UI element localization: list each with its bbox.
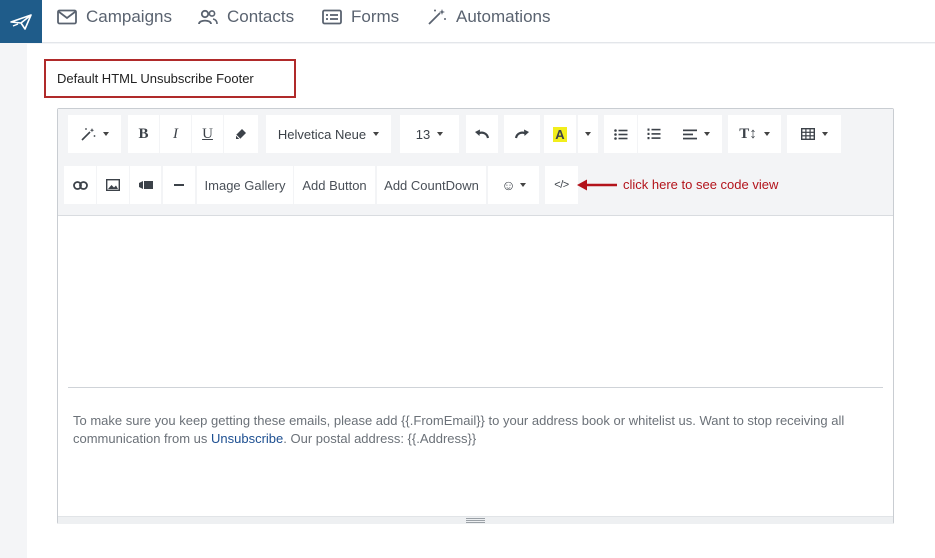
italic-button[interactable]: I: [160, 115, 191, 153]
text-color-dropdown[interactable]: [578, 115, 598, 153]
align-left-icon: [682, 129, 697, 139]
add-button-button[interactable]: Add Button: [294, 166, 375, 204]
nav-contacts-label: Contacts: [227, 6, 295, 26]
nav-automations[interactable]: Automations: [427, 0, 551, 33]
undo-button[interactable]: [466, 115, 498, 153]
annotation-text: click here to see code view: [623, 177, 779, 192]
arrow-left-icon: [577, 179, 617, 190]
line-height-dropdown[interactable]: T↕: [728, 115, 781, 153]
chevron-down-icon: [437, 132, 444, 136]
numbered-list-icon: [647, 128, 661, 140]
image-icon: [106, 179, 120, 191]
chevron-down-icon: [763, 132, 770, 136]
font-family-value: Helvetica Neue: [277, 126, 367, 142]
page-title-box: Default HTML Unsubscribe Footer: [44, 59, 296, 98]
logo[interactable]: [0, 0, 42, 43]
emoji-dropdown[interactable]: ☺: [488, 166, 539, 204]
underline-button[interactable]: U: [192, 115, 223, 153]
video-icon: [138, 181, 153, 189]
chevron-down-icon: [821, 132, 828, 136]
magic-wand-icon: [428, 8, 446, 25]
page-title: Default HTML Unsubscribe Footer: [57, 71, 254, 86]
eraser-icon: [235, 129, 246, 140]
bold-button[interactable]: B: [128, 115, 159, 153]
bullet-list-button[interactable]: [604, 115, 637, 153]
code-view-annotation: click here to see code view: [577, 177, 778, 192]
text-color-button[interactable]: A: [544, 115, 576, 153]
people-icon: [198, 9, 218, 24]
envelope-icon: [57, 9, 77, 24]
insert-image-button[interactable]: [97, 166, 129, 204]
bullet-list-icon: [613, 128, 627, 140]
bold-icon: B: [138, 125, 149, 142]
nav-campaigns[interactable]: Campaigns: [57, 0, 172, 33]
code-icon: </>: [554, 179, 569, 191]
insert-video-button[interactable]: [130, 166, 161, 204]
image-gallery-label: Image Gallery: [204, 177, 286, 193]
redo-button[interactable]: [504, 115, 540, 153]
magic-wand-icon: [81, 128, 96, 141]
editor-resize-handle[interactable]: [58, 516, 893, 524]
highlight-a-icon: A: [553, 126, 567, 142]
magic-format-dropdown[interactable]: [68, 115, 121, 153]
align-dropdown[interactable]: [670, 115, 722, 153]
unsubscribe-footer-text: To make sure you keep getting these emai…: [73, 412, 873, 448]
chevron-down-icon: [519, 183, 526, 187]
unsubscribe-link[interactable]: Unsubscribe: [211, 431, 283, 446]
font-family-dropdown[interactable]: Helvetica Neue: [266, 115, 391, 153]
font-size-value: 13: [415, 126, 431, 142]
editor-toolbar: B I U Helvetica Neue 13 A T↕ Image Galle…: [58, 109, 893, 216]
underline-icon: U: [202, 125, 213, 142]
top-navigation: Campaigns Contacts Forms Automations: [0, 0, 935, 43]
chevron-down-icon: [373, 132, 380, 136]
chevron-down-icon: [103, 132, 109, 136]
numbered-list-button[interactable]: [638, 115, 670, 153]
grip-icon: [466, 518, 485, 523]
nav-contacts[interactable]: Contacts: [198, 0, 294, 33]
add-button-label: Add Button: [302, 177, 367, 193]
footer-text-after-link: . Our postal address: {{.Address}}: [283, 431, 477, 446]
code-view-button[interactable]: </>: [545, 166, 578, 204]
nav-automations-label: Automations: [456, 6, 551, 26]
smiley-icon: ☺: [501, 177, 516, 193]
table-dropdown[interactable]: [787, 115, 841, 153]
rich-text-editor: B I U Helvetica Neue 13 A T↕ Image Galle…: [57, 108, 894, 524]
chevron-down-icon: [703, 132, 710, 136]
horizontal-rule-button[interactable]: [163, 166, 195, 204]
table-icon: [800, 128, 815, 140]
horizontal-line-icon: [174, 183, 184, 186]
text-height-icon: T↕: [739, 125, 757, 142]
chevron-down-icon: [585, 132, 591, 136]
nav-campaigns-label: Campaigns: [86, 6, 172, 26]
editor-content[interactable]: To make sure you keep getting these emai…: [58, 217, 893, 517]
add-countdown-label: Add CountDown: [384, 177, 479, 193]
nav-forms[interactable]: Forms: [322, 0, 399, 33]
add-countdown-button[interactable]: Add CountDown: [377, 166, 486, 204]
form-icon: [322, 9, 342, 24]
image-gallery-button[interactable]: Image Gallery: [197, 166, 293, 204]
insert-link-button[interactable]: [64, 166, 96, 204]
undo-icon: [475, 129, 490, 139]
content-divider: [68, 387, 883, 388]
font-size-dropdown[interactable]: 13: [400, 115, 459, 153]
clear-format-button[interactable]: [224, 115, 258, 153]
italic-icon: I: [173, 125, 178, 142]
link-icon: [72, 180, 88, 190]
paper-plane-icon: [10, 13, 32, 30]
redo-icon: [514, 129, 529, 139]
nav-forms-label: Forms: [351, 6, 400, 26]
